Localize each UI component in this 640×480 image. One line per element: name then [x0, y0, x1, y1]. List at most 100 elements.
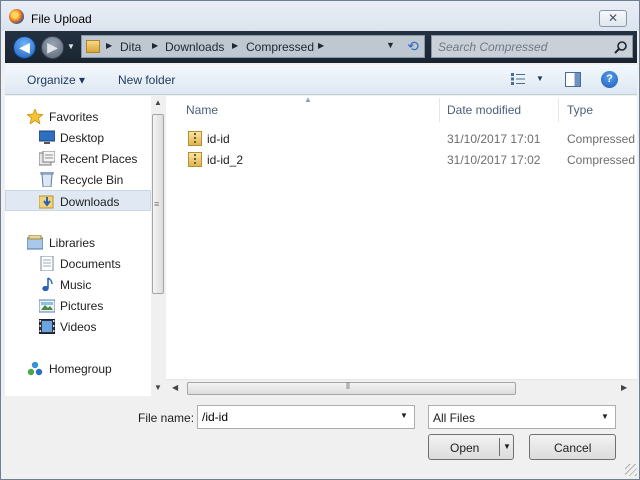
cancel-button[interactable]: Cancel: [529, 434, 616, 460]
grip-icon: ≡: [154, 199, 160, 209]
pictures-icon: [39, 299, 55, 313]
sidebar-item-recent-places[interactable]: Recent Places: [5, 148, 151, 169]
column-label: Date modified: [447, 103, 522, 117]
sidebar-item-favorites[interactable]: Favorites: [5, 106, 151, 127]
search-box[interactable]: Search Compressed: [431, 35, 633, 58]
recycle-bin-icon: [40, 172, 54, 187]
homegroup-icon: [27, 361, 43, 376]
recent-pages-dropdown-icon[interactable]: ▼: [67, 40, 77, 54]
file-date: 31/10/2017 17:01: [447, 132, 541, 146]
sidebar-item-label: Documents: [60, 257, 121, 271]
new-folder-button[interactable]: New folder: [118, 73, 175, 87]
help-icon[interactable]: ?: [601, 71, 618, 88]
sidebar-item-label: Pictures: [60, 299, 104, 313]
open-label: Open: [450, 441, 480, 455]
chevron-right-icon[interactable]: ▶: [152, 41, 158, 50]
chevron-right-icon[interactable]: ▶: [232, 41, 238, 50]
recent-places-icon: [39, 151, 55, 166]
refresh-icon[interactable]: ⟲: [403, 37, 423, 56]
filter-value: All Files: [433, 411, 476, 425]
column-label: Name: [186, 103, 219, 117]
firefox-icon: [9, 9, 24, 24]
star-icon: [27, 109, 43, 124]
file-type-filter[interactable]: All Files ▼: [428, 405, 616, 429]
scroll-down-icon[interactable]: ▼: [154, 383, 162, 392]
sidebar-scrollbar[interactable]: ▲ ≡ ▼: [151, 96, 165, 396]
file-date: 31/10/2017 17:02: [447, 153, 541, 167]
sidebar-item-label: Recycle Bin: [60, 173, 124, 187]
file-type: Compressed: [567, 132, 636, 146]
sidebar-item-homegroup[interactable]: Homegroup: [5, 358, 151, 379]
sidebar-item-libraries[interactable]: Libraries: [5, 232, 151, 253]
back-button[interactable]: ◀: [13, 36, 36, 59]
folder-icon: [86, 40, 100, 53]
split-divider: [499, 438, 500, 456]
chevron-down-icon[interactable]: ▼: [386, 40, 395, 50]
breadcrumb[interactable]: ▶ Dita ▶ Downloads ▶ Compressed ▶ ▼ ⟲: [81, 35, 425, 58]
file-name-label: File name:: [138, 411, 195, 425]
sidebar-item-desktop[interactable]: Desktop: [5, 127, 151, 148]
scroll-right-icon[interactable]: ▶: [621, 383, 627, 392]
sidebar-item-label: Libraries: [49, 236, 96, 250]
zip-folder-icon: [188, 131, 202, 146]
horizontal-scrollbar[interactable]: ◀ ⦀ ▶: [166, 379, 637, 396]
scroll-left-icon[interactable]: ◀: [172, 383, 178, 392]
scroll-up-icon[interactable]: ▲: [154, 98, 162, 107]
preview-pane-icon[interactable]: [565, 72, 581, 87]
sidebar-item-videos[interactable]: Videos: [5, 316, 151, 337]
file-type: Compressed: [567, 153, 636, 167]
chevron-down-icon[interactable]: ▼: [601, 412, 609, 421]
window-title: File Upload: [31, 12, 92, 26]
sidebar-item-pictures[interactable]: Pictures: [5, 295, 151, 316]
file-name: id-id_2: [207, 153, 244, 167]
sidebar-item-label: Favorites: [49, 110, 99, 124]
chevron-right-icon[interactable]: ▶: [106, 41, 112, 50]
desktop-icon: [39, 130, 55, 144]
sidebar-item-recycle-bin[interactable]: Recycle Bin: [5, 169, 151, 190]
file-name: id-id: [207, 132, 230, 146]
views-icon[interactable]: [511, 73, 525, 85]
chevron-right-icon[interactable]: ▶: [318, 41, 324, 50]
documents-icon: [40, 256, 54, 271]
address-row: ◀ ▶ ▼ ▶ Dita ▶ Downloads ▶ Compressed ▶ …: [5, 31, 637, 63]
organize-button[interactable]: Organize ▾: [27, 73, 85, 87]
chevron-down-icon[interactable]: ▼: [503, 442, 511, 451]
sidebar-item-label: Downloads: [60, 195, 120, 209]
title-bar: File Upload ✕: [1, 1, 639, 31]
sidebar-item-documents[interactable]: Documents: [5, 253, 151, 274]
libraries-icon: [27, 235, 43, 250]
sidebar-item-label: Desktop: [60, 131, 105, 145]
close-button[interactable]: ✕: [599, 10, 627, 27]
column-header-name[interactable]: ▲ Name: [166, 95, 438, 124]
chevron-down-icon[interactable]: ▼: [400, 411, 408, 420]
breadcrumb-item[interactable]: Dita: [120, 40, 141, 54]
sidebar-item-label: Recent Places: [60, 152, 138, 166]
sidebar-item-downloads[interactable]: Downloads: [5, 190, 151, 211]
file-name-field[interactable]: ▼: [197, 405, 415, 429]
music-icon: [42, 277, 53, 292]
search-icon[interactable]: [614, 40, 628, 54]
sidebar-item-music[interactable]: Music: [5, 274, 151, 295]
resize-grip[interactable]: [625, 464, 637, 476]
forward-button[interactable]: ▶: [41, 36, 64, 59]
file-upload-dialog: File Upload ✕ ◀ ▶ ▼ ▶ Dita ▶ Downloads ▶…: [0, 0, 640, 480]
sidebar-item-label: Videos: [60, 320, 97, 334]
search-input[interactable]: Search Compressed: [438, 40, 547, 54]
chevron-down-icon[interactable]: ▼: [536, 74, 544, 83]
breadcrumb-item[interactable]: Compressed: [246, 40, 314, 54]
downloads-folder-icon: [39, 195, 54, 209]
open-button[interactable]: Open ▼: [428, 434, 514, 460]
breadcrumb-item[interactable]: Downloads: [165, 40, 224, 54]
videos-icon: [39, 319, 55, 334]
command-bar: Organize ▾ New folder ▼ ?: [5, 65, 637, 95]
column-header-type[interactable]: Type: [559, 96, 637, 124]
scrollbar-thumb[interactable]: [187, 382, 516, 395]
table-row[interactable]: id-id_2 31/10/2017 17:02 Compressed: [182, 149, 637, 170]
table-row[interactable]: id-id 31/10/2017 17:01 Compressed: [182, 128, 637, 149]
file-list: ▲ Name Date modified Type id-id 31/10/20…: [166, 95, 637, 396]
navigation-pane: Favorites Desktop Recent Places Recycle …: [5, 96, 165, 396]
column-label: Type: [567, 103, 594, 117]
file-name-input[interactable]: [202, 409, 392, 425]
dialog-footer: File name: ▼ All Files ▼ Open ▼ Cancel: [1, 397, 639, 479]
column-header-date-modified[interactable]: Date modified: [440, 96, 558, 124]
